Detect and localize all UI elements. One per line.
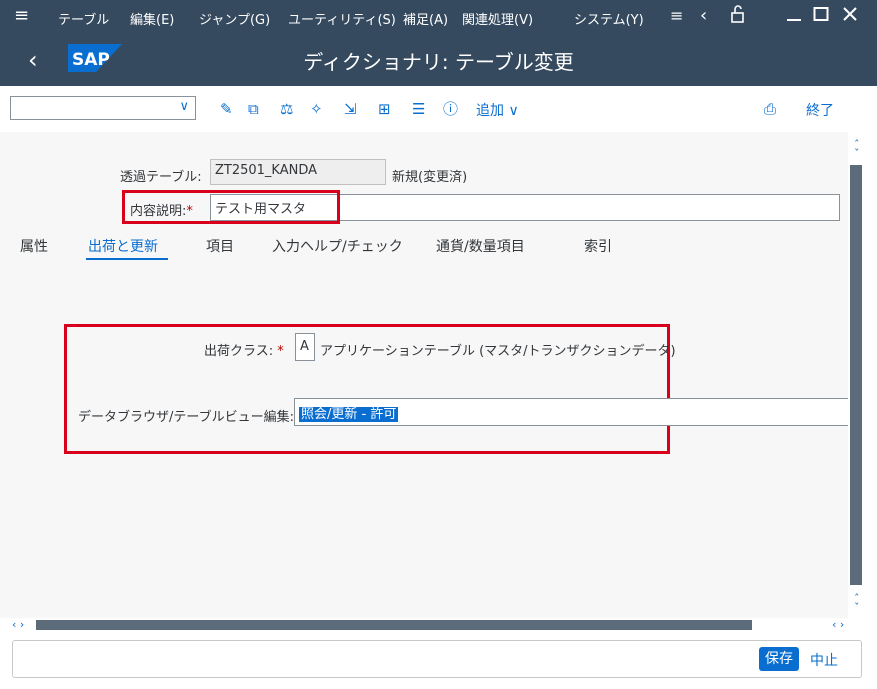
activate-icon[interactable]: ✧	[310, 100, 323, 118]
maximize-icon[interactable]	[813, 5, 829, 29]
active-tab-indicator	[86, 258, 168, 260]
highlight-box-description	[122, 190, 340, 224]
vertical-scrollbar[interactable]: ˆˇ ˆˇ	[848, 132, 877, 622]
data-browser-label: データブラウザ/テーブルビュー編集:	[78, 410, 294, 425]
delivery-class-description: アプリケーションテーブル (マスタ/トランザクションデータ)	[320, 344, 676, 359]
more-menu-icon[interactable]: ≡	[670, 5, 683, 27]
scroll-up-icon[interactable]: ˆˇ	[854, 139, 860, 159]
transparent-table-label: 透過テーブル:	[120, 170, 202, 185]
minimize-icon[interactable]	[786, 5, 802, 29]
print-icon[interactable]: ⎙	[764, 100, 776, 118]
menu-item-environment[interactable]: 関連処理(V)	[462, 9, 533, 28]
menu-bar: ≡ テーブル 編集(E) ジャンプ(G) ユーティリティ(S) 補足(A) 関連…	[0, 0, 877, 34]
menu-item-system[interactable]: システム(Y)	[574, 9, 644, 28]
technical-settings-icon[interactable]: ☰	[412, 100, 425, 118]
hierarchy-icon[interactable]: ⊞	[378, 100, 391, 118]
save-button[interactable]: 保存	[759, 647, 799, 671]
delivery-class-label-text: 出荷クラス:	[204, 344, 274, 359]
tab-fields[interactable]: 項目	[206, 236, 234, 256]
unlock-icon[interactable]	[730, 5, 746, 29]
menu-item-extras[interactable]: 補足(A)	[403, 9, 448, 28]
display-change-icon[interactable]: ✎	[220, 100, 233, 118]
tab-indexes[interactable]: 索引	[584, 236, 612, 256]
tab-input-help-check[interactable]: 入力ヘルプ/チェック	[272, 236, 403, 256]
horizontal-scroll-thumb[interactable]	[36, 620, 752, 630]
status-bar: 保存 中止	[12, 640, 862, 678]
check-icon[interactable]: ⚖	[280, 100, 293, 118]
back-arrow-icon[interactable]: ‹	[700, 5, 707, 27]
command-field[interactable]: ∨	[10, 96, 196, 120]
other-object-icon[interactable]: ⧉	[248, 100, 259, 118]
hamburger-menu-icon[interactable]: ≡	[14, 5, 29, 27]
chevron-down-icon: ∨	[508, 103, 519, 119]
tab-delivery-maintenance[interactable]: 出荷と更新	[88, 236, 158, 256]
menu-item-table[interactable]: テーブル	[58, 9, 109, 28]
scroll-down-icon[interactable]: ˆˇ	[854, 593, 860, 613]
vertical-scroll-thumb[interactable]	[850, 165, 862, 585]
table-name-field: ZT2501_KANDA	[210, 159, 386, 185]
scroll-left-right-icon[interactable]: ‹ ›	[832, 618, 844, 631]
toolbar: ∨ ✎ ⧉ ⚖ ✧ ⇲ ⊞ ☰ ⓘ 追加 ∨ ⎙ 終了	[0, 86, 877, 133]
required-indicator: *	[273, 344, 284, 359]
delivery-class-label: 出荷クラス: *	[204, 340, 284, 359]
menu-item-utilities[interactable]: ユーティリティ(S)	[288, 9, 396, 28]
page-title: ディクショナリ: テーブル変更	[303, 50, 574, 74]
cancel-button[interactable]: 中止	[810, 650, 838, 670]
info-icon[interactable]: ⓘ	[443, 100, 458, 118]
horizontal-scrollbar[interactable]: ‹ › ‹ ›	[0, 618, 877, 632]
scroll-left-right-icon[interactable]: ‹ ›	[12, 618, 24, 631]
data-browser-value: 照会/更新 - 許可	[299, 407, 399, 422]
more-button-label: 追加	[476, 103, 504, 119]
chevron-down-icon[interactable]: ∨	[179, 99, 189, 114]
more-button[interactable]: 追加 ∨	[476, 100, 519, 120]
exit-button[interactable]: 終了	[806, 100, 834, 120]
menu-item-edit[interactable]: 編集(E)	[130, 9, 174, 28]
data-browser-field[interactable]: 照会/更新 - 許可	[294, 398, 849, 426]
tab-currency-quantity[interactable]: 通貨/数量項目	[436, 236, 525, 256]
tab-attributes[interactable]: 属性	[20, 236, 48, 256]
title-bar: ‹ SAP ディクショナリ: テーブル変更	[0, 34, 877, 86]
status-text: 新規(変更済)	[392, 170, 468, 185]
delivery-class-field[interactable]: A	[295, 333, 315, 361]
menu-item-goto[interactable]: ジャンプ(G)	[199, 9, 270, 28]
close-icon[interactable]	[842, 5, 858, 29]
where-used-icon[interactable]: ⇲	[344, 100, 357, 118]
